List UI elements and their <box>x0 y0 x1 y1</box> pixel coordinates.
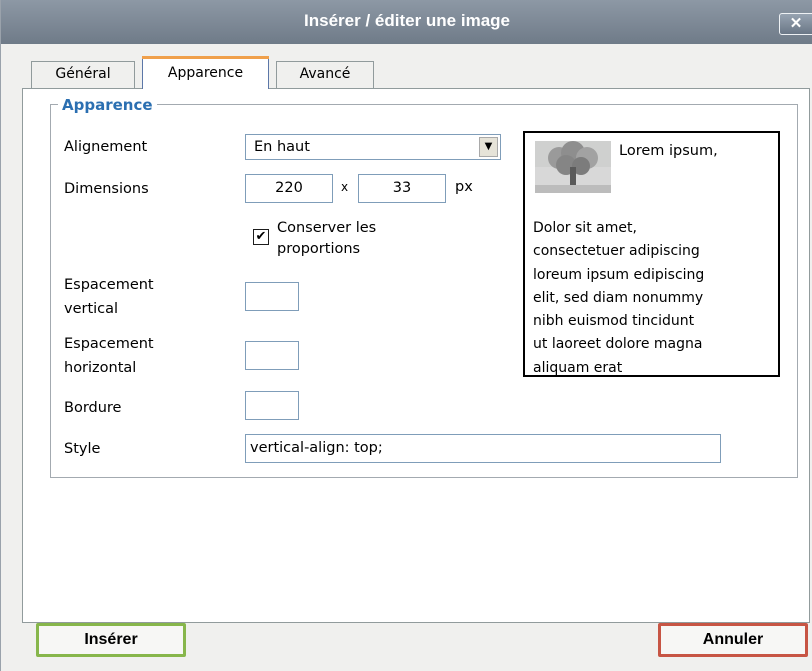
border-label: Bordure <box>64 400 122 416</box>
title-bar: Insérer / éditer une image ✕ <box>1 0 812 44</box>
preview-line: Dolor sit amet, <box>533 220 637 236</box>
image-dialog: Insérer / éditer une image ✕ Général App… <box>0 0 812 671</box>
tree-image-icon <box>535 141 611 193</box>
fieldset-legend: Apparence <box>58 96 157 114</box>
constrain-label-line1: Conserver les <box>277 220 377 236</box>
alignment-preview: Lorem ipsum, Dolor sit amet, consectetue… <box>523 131 780 377</box>
height-input[interactable]: 33 <box>358 174 446 203</box>
close-icon: ✕ <box>789 15 803 32</box>
preview-line: nibh euismod tincidunt <box>533 313 695 330</box>
dimension-separator: x <box>341 180 349 194</box>
hspace-label-line2: horizontal <box>64 360 137 376</box>
tab-general[interactable]: Général <box>31 61 135 88</box>
hspace-input[interactable] <box>245 341 299 370</box>
constrain-label-line2: proportions <box>277 241 361 257</box>
constrain-label: Conserver les proportions <box>277 218 376 260</box>
dialog-title: Insérer / éditer une image <box>304 11 510 30</box>
alignment-label: Alignement <box>64 139 148 155</box>
preview-line: consectetuer adipiscing <box>533 243 700 260</box>
hspace-label-line1: Espacement <box>64 336 154 352</box>
preview-line: ut laoreet dolore magna <box>533 336 703 353</box>
preview-first-line: Lorem ipsum, <box>619 143 718 159</box>
close-button[interactable]: ✕ <box>779 13 812 35</box>
vspace-input[interactable] <box>245 282 299 311</box>
vspace-label-line1: Espacement <box>64 277 154 293</box>
dropdown-arrow-icon[interactable]: ▼ <box>479 137 498 157</box>
style-input[interactable]: vertical-align: top; <box>245 434 721 463</box>
border-input[interactable] <box>245 391 299 420</box>
preview-line: aliquam erat <box>533 359 623 376</box>
constrain-checkbox[interactable]: ✔ <box>253 229 269 245</box>
preview-text: Dolor sit amet, consectetuer adipiscing … <box>533 217 777 380</box>
preview-line: elit, sed diam nonummy <box>533 289 704 306</box>
alignment-select[interactable]: En haut ▼ <box>245 134 501 160</box>
insert-button[interactable]: Insérer <box>36 623 186 657</box>
cancel-button[interactable]: Annuler <box>658 623 808 657</box>
tab-advanced[interactable]: Avancé <box>276 61 374 88</box>
tab-appearance[interactable]: Apparence <box>142 56 269 89</box>
alignment-value: En haut <box>254 139 310 155</box>
dimensions-label: Dimensions <box>64 181 149 197</box>
vspace-label-line2: vertical <box>64 301 119 317</box>
style-label: Style <box>64 441 101 457</box>
dimension-unit: px <box>455 179 473 195</box>
preview-line: loreum ipsum edipiscing <box>533 266 705 283</box>
width-input[interactable]: 220 <box>245 174 333 203</box>
